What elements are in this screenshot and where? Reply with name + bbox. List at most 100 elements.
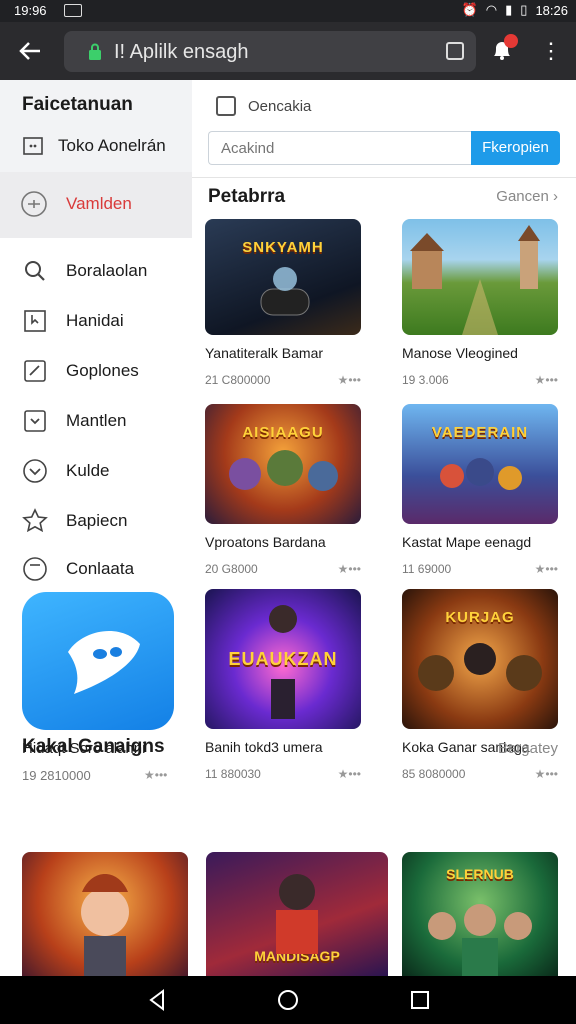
- sidebar-store-link[interactable]: Toko Aonelrán: [22, 136, 166, 156]
- section-title: Petabrra: [208, 186, 286, 207]
- sidebar-item-label[interactable]: Goplones: [66, 361, 139, 381]
- back-arrow-icon[interactable]: [16, 37, 44, 65]
- rating-icon: ★•••: [337, 767, 361, 781]
- sidebar-item-1[interactable]: Boralaolan: [22, 258, 147, 284]
- game-thumbnail[interactable]: VAEDERAIN: [402, 404, 558, 524]
- sidebar-item-2[interactable]: Hanidai: [22, 308, 124, 334]
- chevron-circle-icon: [23, 459, 47, 483]
- game-card[interactable]: Manose Vleogined 19 3.006 ★•••: [402, 219, 558, 387]
- section-more-label[interactable]: Gancen: [496, 188, 549, 205]
- sidebar-item-3[interactable]: Goplones: [22, 358, 139, 384]
- rating-icon: ★•••: [534, 767, 558, 781]
- game-logo-text: SNKYAMH: [242, 239, 324, 256]
- game-thumbnail[interactable]: EUAUKZAN: [205, 589, 361, 729]
- characters-art-icon: [276, 874, 318, 954]
- browser-toolbar: I! Aplilk ensagh ⋮: [0, 22, 576, 80]
- nav-back-icon[interactable]: [146, 988, 170, 1012]
- status-time-right: 18:26: [535, 2, 568, 18]
- game-title[interactable]: Banih tokd3 umera: [205, 739, 361, 755]
- rating-icon: ★•••: [534, 562, 558, 576]
- sidebar-item-label[interactable]: Bapiecn: [66, 511, 127, 531]
- signal-icon: ▮: [505, 2, 513, 17]
- section-more-link[interactable]: Gancen ›: [496, 188, 558, 205]
- sidebar-item-active-label[interactable]: Vamlden: [66, 194, 132, 214]
- hero-art-icon: [418, 643, 542, 691]
- sidebar-item-label[interactable]: Boralaolan: [66, 261, 147, 281]
- sidebar: Faicetanuan Toko Aonelrán Vamlden Borala…: [0, 80, 192, 976]
- game-title[interactable]: Yanatiteralk Bamar: [205, 345, 361, 361]
- sidebar-item-active[interactable]: Vamlden: [0, 172, 192, 238]
- image-notification-icon: [64, 4, 82, 17]
- chat-bubble-icon: [68, 630, 140, 694]
- game-meta: 19 3.006: [402, 373, 449, 387]
- lock-icon: [89, 43, 101, 60]
- sidebar-header: Faicetanuan Toko Aonelrán: [0, 80, 192, 172]
- sidebar-item-label[interactable]: Kulde: [66, 461, 109, 481]
- characters-art-icon: [440, 458, 522, 490]
- edit-icon: [24, 360, 46, 382]
- main-content: Oencakia Fkeropien Petabrra Gancen › SNK…: [192, 80, 576, 976]
- game-meta: 21 C800000: [205, 373, 271, 387]
- store-icon: [23, 137, 43, 155]
- sidebar-item-5[interactable]: Kulde: [22, 458, 109, 484]
- battery-icon: ▯: [520, 2, 528, 17]
- divider: [192, 177, 576, 178]
- hero-art-icon: [81, 874, 129, 976]
- village-scene-icon: [410, 225, 540, 335]
- hero-art-icon: [269, 605, 297, 719]
- main-header-label: Oencakia: [248, 98, 312, 115]
- game-title[interactable]: Kastat Mape eenagd: [402, 534, 558, 550]
- app-grid-icon: [216, 96, 236, 116]
- game-thumbnail[interactable]: SNKYAMH: [205, 219, 361, 335]
- alarm-icon: ⏰: [461, 2, 478, 17]
- system-nav-bar: [0, 976, 576, 1024]
- characters-art-icon: [229, 450, 338, 491]
- smile-icon: [23, 557, 47, 581]
- game-card[interactable]: VAEDERAIN Kastat Mape eenagd 11 69000 ★••…: [402, 404, 558, 576]
- star-icon: [22, 508, 48, 533]
- game-title[interactable]: Manose Vleogined: [402, 345, 558, 361]
- game-card[interactable]: SNKYAMH Yanatiteralk Bamar 21 C800000 ★••…: [205, 219, 361, 387]
- status-bar: 19:96 ⏰ ◠ ▮ ▯ 18:26: [0, 0, 576, 22]
- game-thumbnail[interactable]: [402, 219, 558, 335]
- overflow-menu-icon[interactable]: ⋮: [540, 38, 562, 64]
- sidebar-title: Faicetanuan: [22, 94, 133, 115]
- search-button[interactable]: Fkeropien: [471, 131, 560, 165]
- game-thumbnail[interactable]: AISIAAGU: [205, 404, 361, 524]
- sidebar-item-7[interactable]: Conlaata: [22, 556, 134, 582]
- game-thumbnail[interactable]: KURJAG: [402, 589, 558, 729]
- sidebar-subtitle[interactable]: Toko Aonelrán: [58, 136, 166, 156]
- rating-icon: ★•••: [337, 373, 361, 387]
- sidebar-item-6[interactable]: Bapiecn: [22, 508, 127, 534]
- rating-icon: ★•••: [337, 562, 361, 576]
- bottom-section-title: Kakal Ganaigns: [22, 736, 165, 757]
- game-meta: 11 880030: [205, 767, 261, 781]
- nav-recents-icon[interactable]: [408, 988, 432, 1012]
- bottom-game-card[interactable]: SLERNUB: [402, 852, 558, 976]
- game-card[interactable]: AISIAAGU Vproatons Bardana 20 G8000 ★•••: [205, 404, 361, 576]
- bottom-game-card[interactable]: MANDISAGP: [206, 852, 388, 976]
- url-text[interactable]: I! Aplilk ensagh: [114, 41, 249, 64]
- featured-app-meta: 19 2810000: [22, 768, 91, 783]
- sidebar-item-label[interactable]: Hanidai: [66, 311, 124, 331]
- url-bar[interactable]: I! Aplilk ensagh: [64, 31, 476, 72]
- search-icon: [25, 261, 45, 281]
- featured-app-icon[interactable]: [22, 592, 174, 730]
- nav-home-icon[interactable]: [276, 988, 300, 1012]
- game-card[interactable]: EUAUKZAN Banih tokd3 umera 11 880030 ★•••: [205, 589, 361, 781]
- wifi-icon: ◠: [485, 2, 498, 17]
- sidebar-item-label[interactable]: Conlaata: [66, 559, 134, 579]
- bookmark-icon: [24, 310, 46, 332]
- game-meta: 20 G8000: [205, 562, 258, 576]
- gamepad-icon: [260, 267, 310, 316]
- game-title[interactable]: Vproatons Bardana: [205, 534, 361, 550]
- chevron-right-icon: ›: [553, 188, 558, 205]
- sidebar-item-label[interactable]: Mantlen: [66, 411, 126, 431]
- bottom-game-card[interactable]: [22, 852, 188, 976]
- sidebar-item-4[interactable]: Mantlen: [22, 408, 126, 434]
- search-input[interactable]: [208, 131, 472, 165]
- tab-switcher-icon[interactable]: [446, 42, 464, 60]
- status-time: 19:96: [14, 3, 47, 18]
- characters-art-icon: [428, 904, 532, 976]
- bottom-section-more-link[interactable]: Bargatey: [498, 740, 558, 757]
